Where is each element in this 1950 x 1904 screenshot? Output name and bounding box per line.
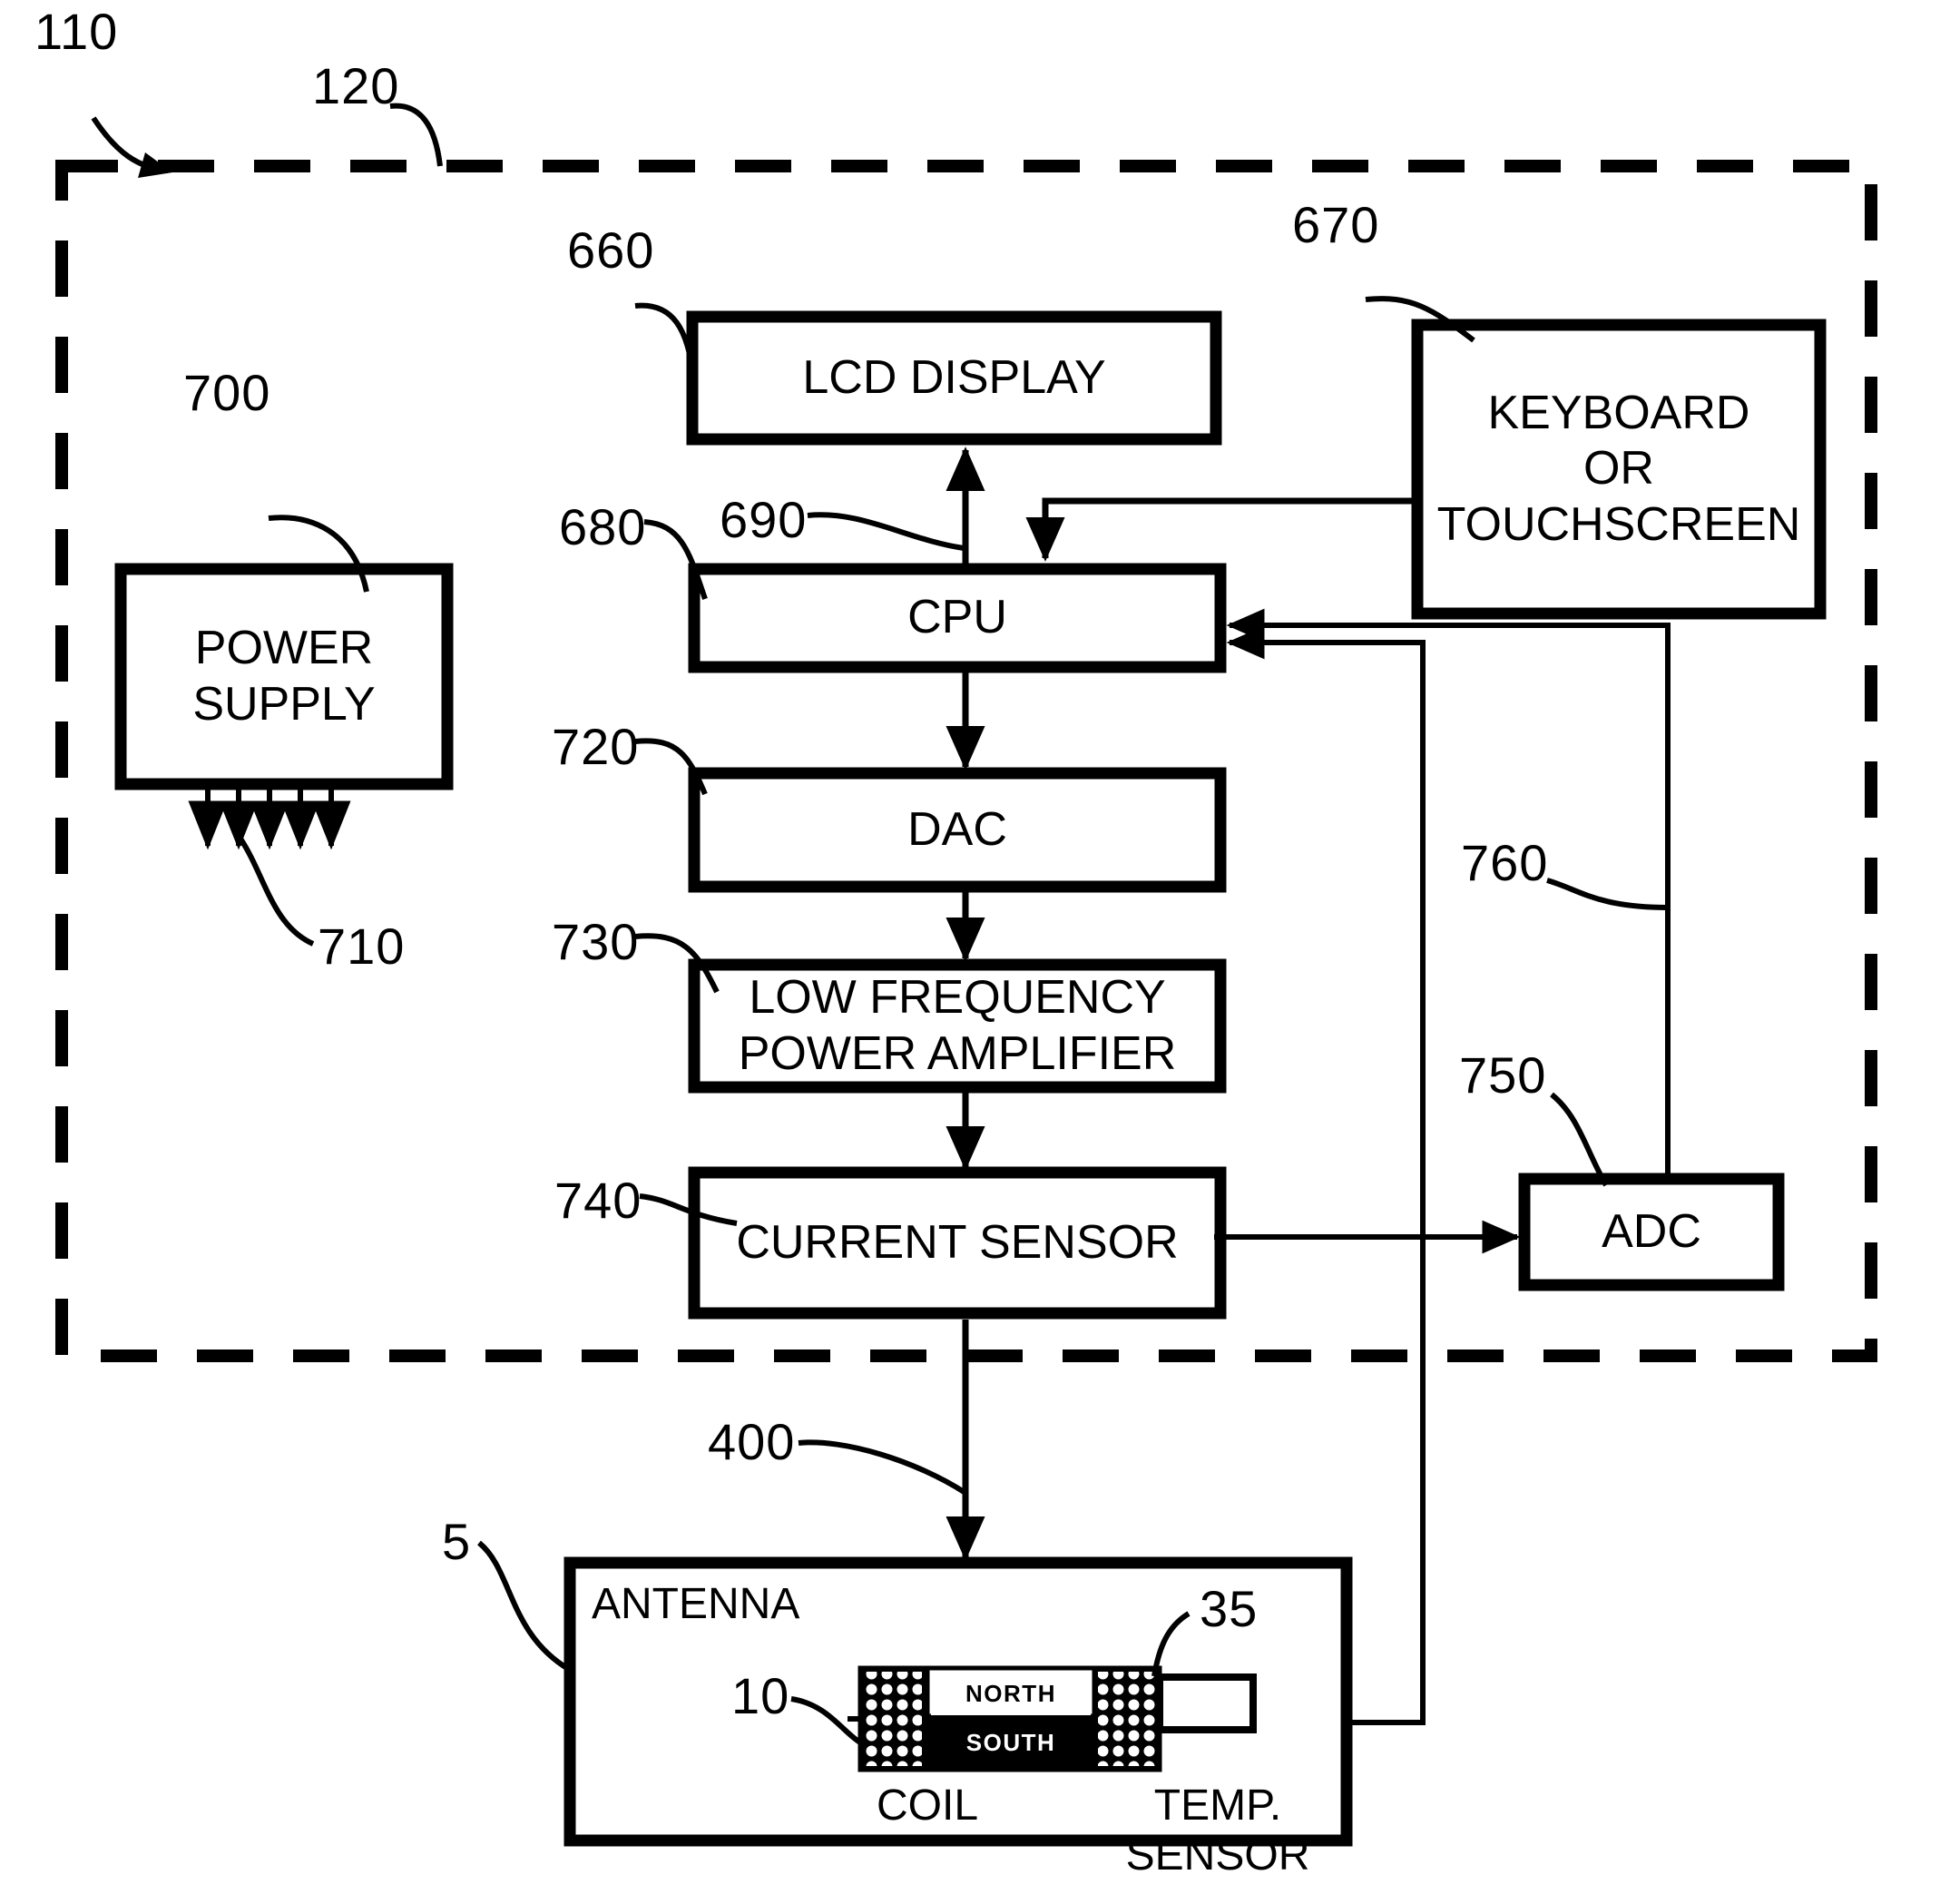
leader-750 bbox=[1550, 1092, 1609, 1187]
leader-760 bbox=[1546, 878, 1669, 910]
ref-120: 120 bbox=[312, 57, 400, 114]
leader-710 bbox=[238, 837, 315, 947]
block-label-antenna: ANTENNA bbox=[592, 1580, 800, 1628]
ref-720: 720 bbox=[552, 718, 640, 775]
temp-sensor-body bbox=[1156, 1673, 1257, 1733]
ref-400: 400 bbox=[708, 1413, 796, 1470]
block-keyboard bbox=[1411, 319, 1827, 620]
ref-10: 10 bbox=[731, 1667, 790, 1724]
temp-sensor-caption: TEMP. SENSOR bbox=[1125, 1781, 1310, 1880]
ref-35: 35 bbox=[1200, 1580, 1259, 1637]
coil-caption: COIL bbox=[876, 1781, 979, 1830]
power-supply-rails bbox=[188, 786, 351, 850]
connection-keyboard-to-cpu bbox=[1025, 497, 1417, 562]
block-current-sensor bbox=[688, 1166, 1227, 1320]
block-dac bbox=[688, 767, 1227, 893]
ref-690: 690 bbox=[720, 491, 808, 548]
block-power-supply bbox=[114, 563, 454, 790]
ref-110: 110 bbox=[34, 3, 119, 60]
leader-400 bbox=[798, 1439, 967, 1496]
leader-660 bbox=[634, 302, 697, 388]
block-low-frequency-power-amplifier bbox=[688, 958, 1227, 1094]
temp-sensor-assembly bbox=[1156, 1673, 1257, 1733]
diagram-canvas bbox=[55, 103, 1877, 1847]
block-cpu bbox=[688, 563, 1227, 673]
block-adc bbox=[1518, 1173, 1785, 1291]
coil-winding-right bbox=[1094, 1668, 1160, 1770]
ref-750: 750 bbox=[1459, 1046, 1547, 1104]
ref-760: 760 bbox=[1461, 834, 1549, 891]
patent-figure: 110 120 660 670 680 690 700 710 720 730 … bbox=[0, 0, 1950, 1904]
magnet-south-label: SOUTH bbox=[931, 1720, 1091, 1765]
leader-690 bbox=[807, 512, 965, 551]
coil-winding-left bbox=[860, 1668, 926, 1770]
block-lcd-display bbox=[686, 310, 1222, 446]
ref-740: 740 bbox=[554, 1172, 642, 1229]
ref-730: 730 bbox=[552, 913, 640, 970]
ref-5: 5 bbox=[442, 1513, 472, 1570]
ref-680: 680 bbox=[559, 498, 647, 555]
ref-700: 700 bbox=[183, 364, 271, 421]
leader-5 bbox=[477, 1540, 572, 1673]
magnet-north-label: NORTH bbox=[931, 1672, 1091, 1715]
ref-660: 660 bbox=[567, 221, 655, 279]
ref-670: 670 bbox=[1292, 196, 1380, 253]
ref-710: 710 bbox=[318, 918, 406, 975]
